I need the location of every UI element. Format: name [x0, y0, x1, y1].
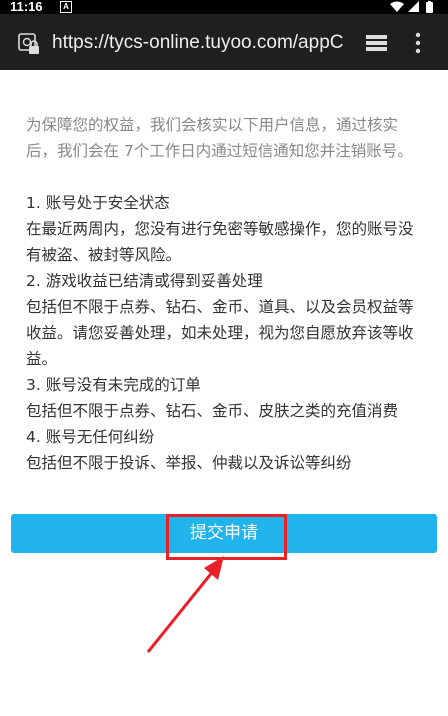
- condition-description: 包括但不限于点券、钻石、金币、道具、以及会员权益等收益。请您妥善处理，如未处理，…: [26, 298, 414, 368]
- condition-description: 在最近两周内，您没有进行免密等敏感操作，您的账号没有被盗、被封等风险。: [26, 220, 414, 264]
- tabs-icon[interactable]: [364, 31, 390, 55]
- condition-heading: 1. 账号处于安全状态: [26, 194, 170, 212]
- menu-icon[interactable]: [414, 32, 422, 54]
- notification-a-icon: A: [60, 1, 72, 13]
- condition-heading: 3. 账号没有未完成的订单: [26, 376, 201, 394]
- lock-icon[interactable]: [18, 33, 40, 55]
- status-icons: [390, 1, 433, 13]
- condition-heading: 4. 账号无任何纠纷: [26, 428, 155, 446]
- wifi-icon: [390, 1, 404, 12]
- annotation-arrow: [146, 556, 224, 653]
- condition-heading: 2. 游戏收益已结清或得到妥善处理: [26, 272, 263, 290]
- url-bar[interactable]: https://tycs-online.tuyoo.com/appCa: [52, 30, 344, 56]
- condition-description: 包括但不限于点券、钻石、金币、皮肤之类的充值消费: [26, 402, 399, 420]
- status-bar: 11:16 A: [0, 0, 448, 14]
- condition-description: 包括但不限于投诉、举报、仲裁以及诉讼等纠纷: [26, 454, 352, 472]
- page-content: 为保障您的权益，我们会核实以下用户信息，通过核实后，我们会在 7个工作日内通过短…: [26, 112, 420, 476]
- battery-icon: [426, 2, 433, 13]
- intro-text: 为保障您的权益，我们会核实以下用户信息，通过核实后，我们会在 7个工作日内通过短…: [26, 116, 413, 160]
- status-time: 11:16: [10, 0, 43, 14]
- browser-toolbar: https://tycs-online.tuyoo.com/appCa: [0, 14, 448, 70]
- signal-icon: [408, 1, 419, 12]
